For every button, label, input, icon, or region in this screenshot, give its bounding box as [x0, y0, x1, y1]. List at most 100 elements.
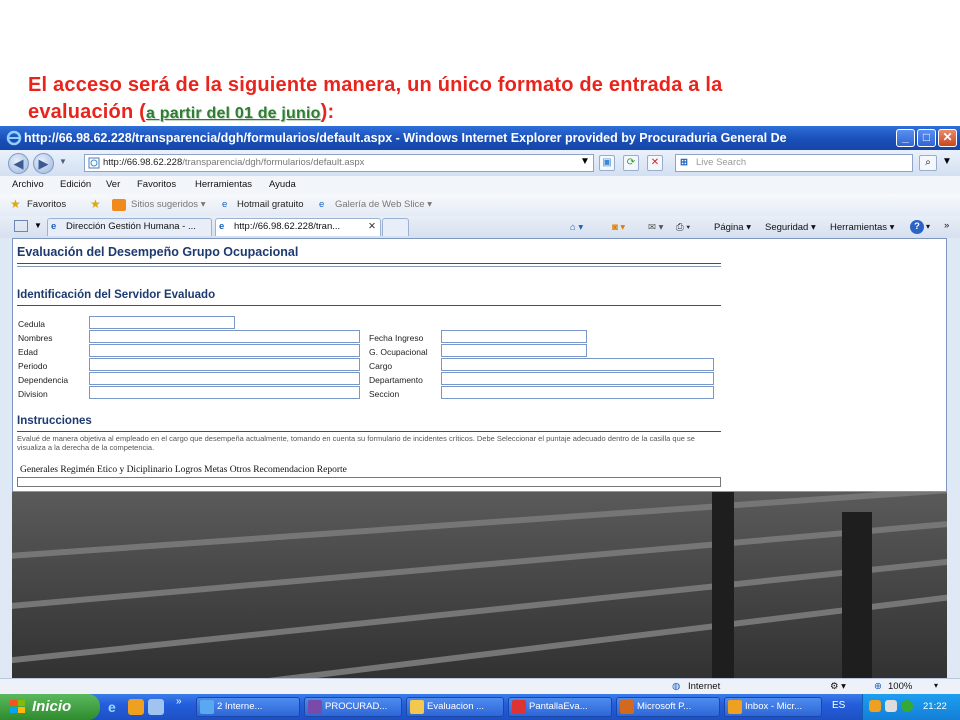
menu-edicion[interactable]: Edición — [60, 179, 91, 190]
start-button[interactable]: Inicio — [0, 694, 100, 720]
back-button[interactable]: ◀ — [8, 153, 29, 174]
taskbar-item-inbox[interactable]: Inbox - Micr... — [724, 697, 822, 717]
hotmail-link[interactable]: Hotmail gratuito — [237, 199, 304, 210]
web-slice-gallery-link[interactable]: Galería de Web Slice ▾ — [335, 199, 432, 210]
start-date-link[interactable]: a partir del 01 de junio — [146, 105, 321, 122]
departamento-field[interactable] — [441, 372, 714, 385]
url-dropdown-icon[interactable]: ▼ — [577, 155, 593, 171]
tab-label: http://66.98.62.228/tran... — [234, 221, 341, 232]
taskbar-item-evaluacion[interactable]: Evaluacion ... — [406, 697, 504, 717]
edad-field[interactable] — [89, 344, 360, 357]
fecha-ingreso-field[interactable] — [441, 330, 587, 343]
search-placeholder: Live Search — [696, 157, 747, 168]
url-input[interactable]: http://66.98.62.228/transparencia/dgh/fo… — [84, 154, 594, 172]
toolbar-overflow-icon[interactable]: » — [944, 220, 949, 231]
tab-formularios[interactable]: e http://66.98.62.228/tran... ✕ — [215, 218, 381, 236]
zoom-dropdown-icon[interactable]: ▾ — [934, 681, 938, 690]
new-tab-button[interactable] — [382, 218, 409, 236]
menu-archivo[interactable]: Archivo — [12, 179, 44, 190]
refresh-icon[interactable]: ⟳ — [623, 155, 639, 171]
search-input[interactable]: ⊞ Live Search — [675, 154, 913, 172]
menu-favoritos[interactable]: Favoritos — [137, 179, 176, 190]
taskbar-item-powerpoint[interactable]: Microsoft P... — [616, 697, 720, 717]
zoom-level[interactable]: 100% — [888, 681, 912, 692]
quicklaunch-overflow-icon[interactable]: » — [176, 696, 182, 707]
quicklaunch-desktop-icon[interactable] — [148, 699, 164, 715]
quicklaunch-ie-icon[interactable]: e — [108, 699, 124, 715]
taskbar-label: Evaluacion ... — [427, 701, 485, 712]
page-menu[interactable]: Página ▾ — [714, 222, 751, 233]
app-task-icon — [308, 700, 322, 714]
cargo-field[interactable] — [441, 358, 714, 371]
menu-ver[interactable]: Ver — [106, 179, 120, 190]
quicklaunch-outlook-icon[interactable] — [128, 699, 144, 715]
help-dropdown-icon[interactable]: ▾ — [926, 222, 930, 231]
tray-outlook-icon[interactable] — [869, 700, 881, 712]
instructions-divider — [17, 431, 721, 432]
print-icon[interactable]: ⎙ ▾ — [676, 222, 690, 233]
search-options-icon[interactable]: ▼ — [939, 155, 955, 171]
tab-direccion-gestion[interactable]: e Dirección Gestión Humana - ... — [47, 218, 212, 236]
help-icon[interactable]: ? — [910, 220, 924, 234]
tab-label: Dirección Gestión Humana - ... — [66, 221, 196, 232]
stop-icon[interactable]: ✕ — [647, 155, 663, 171]
search-button[interactable]: ⌕ — [919, 155, 937, 171]
zoom-icon[interactable]: ⊕ — [874, 681, 882, 692]
favorites-button[interactable]: Favoritos — [27, 199, 66, 210]
nombres-label: Nombres — [18, 333, 53, 343]
cedula-field[interactable] — [89, 316, 235, 329]
add-favorite-icon[interactable]: ★ — [90, 197, 101, 211]
form-section-tabs[interactable]: Generales Regimén Etico y Diciplinario L… — [20, 465, 347, 475]
security-menu[interactable]: Seguridad ▾ — [765, 222, 816, 233]
seccion-label: Seccion — [369, 389, 400, 399]
tray-security-icon[interactable] — [901, 700, 913, 712]
protected-mode-icon[interactable]: ⚙ ▾ — [830, 681, 846, 692]
ie-task-icon — [200, 700, 214, 714]
departamento-label: Departamento — [369, 375, 423, 385]
seccion-field[interactable] — [441, 386, 714, 399]
menu-ayuda[interactable]: Ayuda — [269, 179, 296, 190]
taskbar-label: 2 Interne... — [217, 701, 263, 712]
maximize-button[interactable]: □ — [917, 129, 936, 147]
input-language[interactable]: ES — [832, 700, 845, 711]
nombres-field[interactable] — [89, 330, 360, 343]
close-button[interactable]: ✕ — [938, 129, 957, 147]
windows-logo-icon — [10, 700, 25, 713]
taskbar-item-pantalla[interactable]: PantallaEva... — [508, 697, 612, 717]
forward-button[interactable]: ▶ — [33, 153, 54, 174]
menu-herramientas[interactable]: Herramientas — [195, 179, 252, 190]
quick-tabs-icon[interactable] — [14, 220, 28, 232]
tab-close-icon[interactable]: ✕ — [368, 219, 376, 235]
tray-network-icon[interactable] — [885, 700, 897, 712]
division-field[interactable] — [89, 386, 360, 399]
minimize-button[interactable]: _ — [896, 129, 915, 147]
taskbar-item-procuraduria[interactable]: PROCURAD... — [304, 697, 402, 717]
taskbar-item-internet[interactable]: 2 Interne... — [196, 697, 300, 717]
clock[interactable]: 21:22 — [923, 701, 947, 712]
suggested-sites-link[interactable]: Sitios sugeridos ▾ — [131, 199, 205, 210]
cedula-label: Cedula — [18, 319, 45, 329]
tab-page-icon: e — [51, 221, 57, 232]
powerpoint-icon — [620, 700, 634, 714]
periodo-label: Periodo — [18, 361, 48, 371]
caption-line-2-end: ): — [320, 101, 335, 123]
live-search-icon: ⊞ — [680, 157, 688, 168]
building-ledge — [12, 492, 947, 559]
history-dropdown-icon[interactable]: ▼ — [59, 157, 67, 166]
tools-menu[interactable]: Herramientas ▾ — [830, 222, 894, 233]
dependencia-field[interactable] — [89, 372, 360, 385]
caption-line-1: El acceso será de la siguiente manera, u… — [28, 74, 723, 96]
periodo-field[interactable] — [89, 358, 360, 371]
folder-icon — [410, 700, 424, 714]
title-bar[interactable]: http://66.98.62.228/transparencia/dgh/fo… — [0, 126, 960, 150]
compatibility-icon[interactable]: ▣ — [599, 155, 615, 171]
magnifier-icon: ⌕ — [925, 157, 931, 168]
grupo-ocupacional-field[interactable] — [441, 344, 587, 357]
tab-bar: ▼ e Dirección Gestión Humana - ... e htt… — [0, 216, 960, 238]
home-icon[interactable]: ⌂ ▾ — [570, 222, 583, 233]
cargo-label: Cargo — [369, 361, 393, 371]
feeds-icon[interactable]: ◙ ▾ — [612, 222, 625, 233]
mail-icon[interactable]: ✉ ▾ — [648, 222, 663, 233]
favorites-star-icon: ★ — [10, 197, 21, 211]
tab-list-dropdown-icon[interactable]: ▼ — [34, 221, 42, 230]
